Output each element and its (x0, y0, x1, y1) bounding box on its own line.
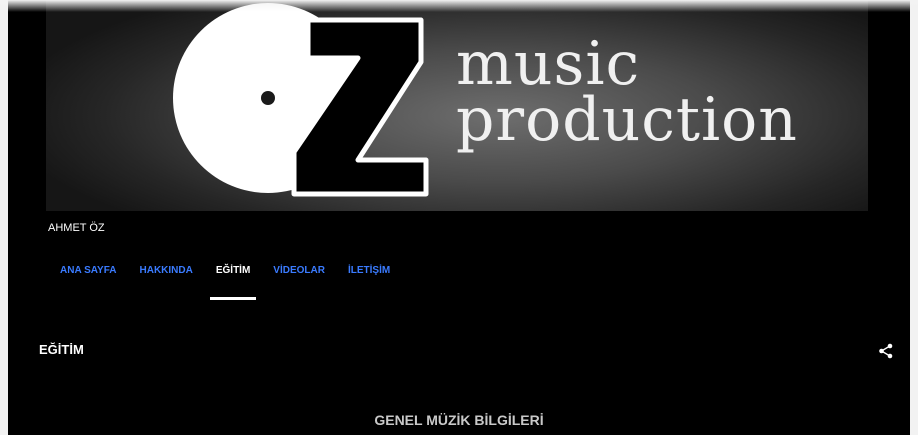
tab-home[interactable]: ANA SAYFA (54, 258, 123, 292)
channel-banner: music production (46, 0, 868, 211)
tab-contact[interactable]: İLETİŞİM (342, 258, 396, 292)
banner-text-line1: music (456, 29, 641, 99)
tab-education[interactable]: EĞİTİM (209, 258, 257, 300)
share-icon[interactable] (878, 343, 894, 359)
channel-tabs: ANA SAYFA HAKKINDA EĞİTİM VİDEOLAR İLETİ… (54, 258, 407, 300)
top-fade (0, 0, 918, 12)
playlist-title[interactable]: GENEL MÜZİK BİLGİLERİ (8, 412, 910, 428)
banner-text: music production (456, 29, 798, 155)
banner-text-line2: production (456, 85, 798, 155)
channel-page: music production AHMET ÖZ ANA SAYFA HAKK… (8, 0, 910, 435)
channel-name[interactable]: AHMET ÖZ (48, 222, 105, 234)
tab-about[interactable]: HAKKINDA (134, 258, 199, 292)
section-title: EĞİTİM (39, 342, 84, 357)
tab-videos[interactable]: VİDEOLAR (267, 258, 331, 292)
